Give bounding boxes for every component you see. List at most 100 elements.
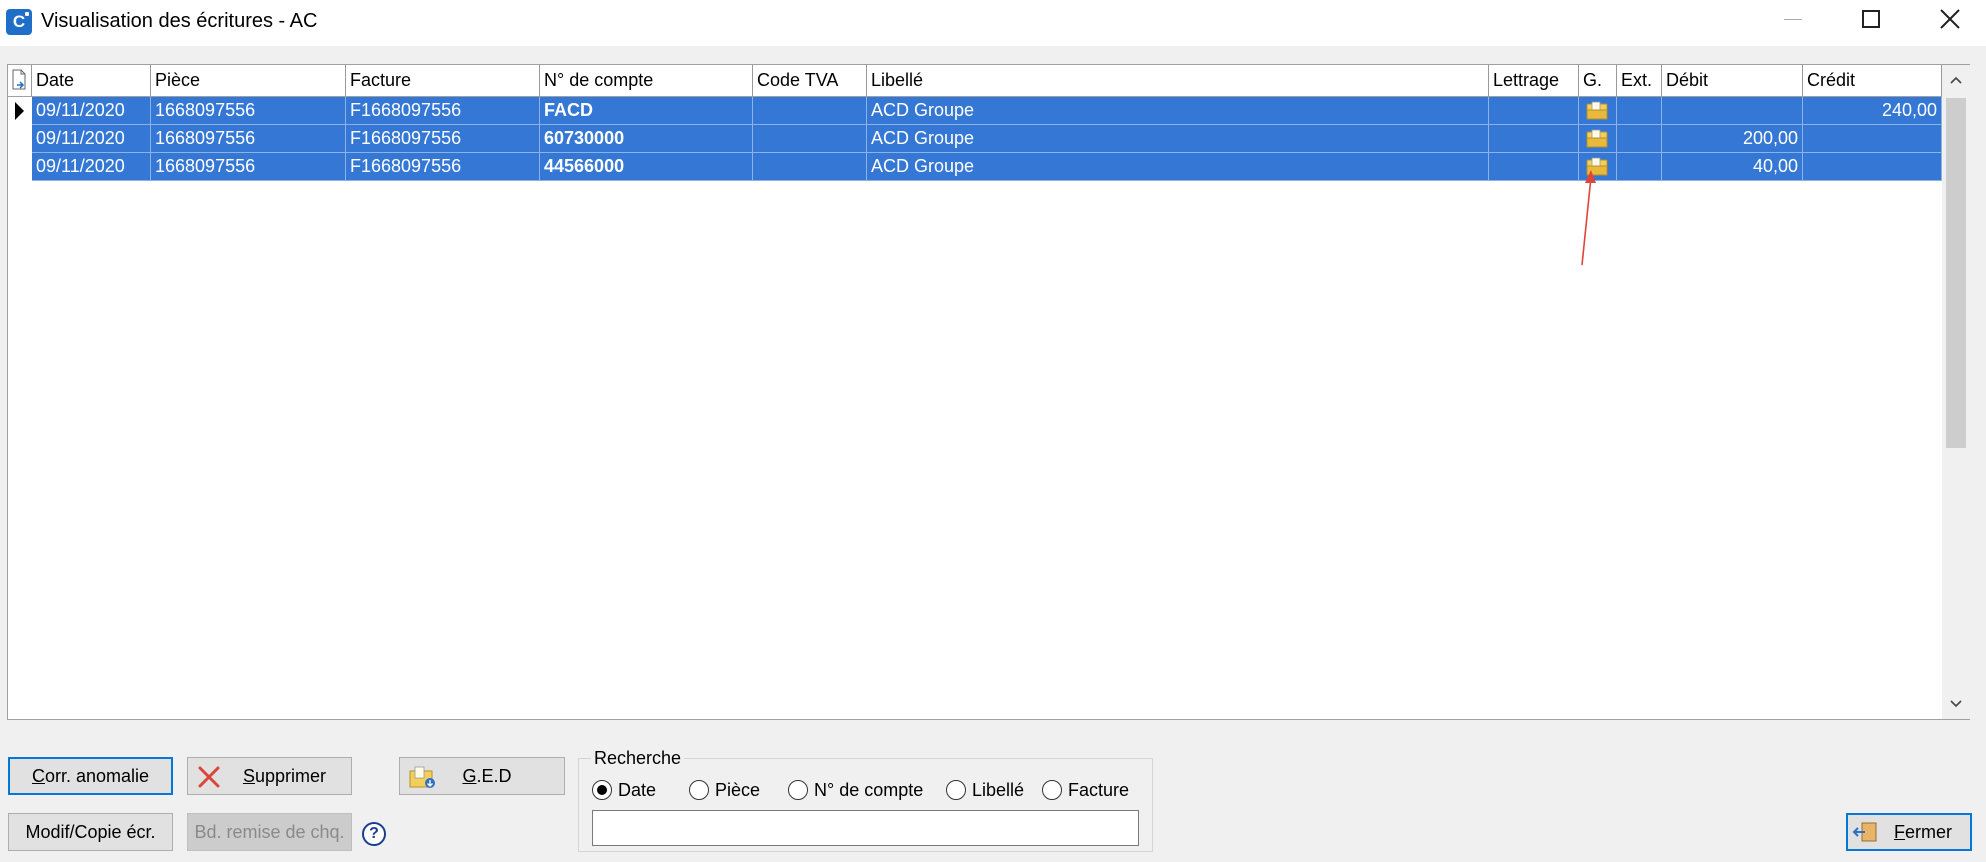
delete-x-icon [198, 766, 220, 788]
column-header-compte[interactable]: N° de compte [540, 65, 753, 96]
cell-debit[interactable]: 40,00 [1662, 153, 1803, 181]
column-header-piece[interactable]: Pièce [151, 65, 346, 96]
radio-libelle-label: Libellé [972, 780, 1025, 800]
maximize-icon [1862, 10, 1880, 28]
window-title: Visualisation des écritures - AC [41, 10, 318, 32]
help-icon[interactable]: ? [362, 822, 386, 846]
cell-debit[interactable]: 200,00 [1662, 125, 1803, 153]
corr-anomalie-button[interactable]: Corr. anomalie [8, 757, 173, 795]
row-indicator [8, 153, 32, 181]
radio-date-label: Date [618, 780, 657, 800]
chevron-down-icon [1950, 700, 1962, 708]
column-header-ged[interactable]: G. [1579, 65, 1617, 96]
column-header-ext[interactable]: Ext. [1617, 65, 1662, 96]
cell-ged[interactable] [1579, 125, 1617, 153]
close-button[interactable] [1920, 0, 1980, 40]
row-indicator [8, 125, 32, 153]
radio-facture-dot[interactable] [1042, 780, 1062, 800]
supprimer-button[interactable]: Supprimer [187, 757, 352, 795]
column-header-code-tva[interactable]: Code TVA [753, 65, 867, 96]
annotation-arrow [1581, 170, 1596, 266]
radio-compte-dot[interactable] [788, 780, 808, 800]
ged-folder-icon [409, 766, 435, 788]
fermer-label: ermer [1904, 822, 1952, 842]
radio-piece-dot[interactable] [689, 780, 709, 800]
cell-credit[interactable] [1803, 125, 1942, 153]
column-header-debit[interactable]: Débit [1662, 65, 1803, 96]
current-row-arrow-icon [15, 102, 24, 120]
cell-facture[interactable]: F1668097556 [346, 153, 540, 181]
cell-ext[interactable] [1617, 153, 1662, 181]
radio-libelle-dot[interactable] [946, 780, 966, 800]
scrollbar-thumb[interactable] [1946, 98, 1966, 448]
scroll-up-button[interactable] [1942, 67, 1970, 95]
maximize-button[interactable] [1840, 0, 1900, 40]
ged-document-icon[interactable] [1586, 129, 1608, 148]
cell-libelle[interactable]: ACD Groupe [867, 153, 1489, 181]
ged-document-icon[interactable] [1586, 101, 1608, 120]
chevron-up-icon [1950, 76, 1962, 84]
corr-anomalie-label: orr. anomalie [44, 766, 150, 786]
cell-date[interactable]: 09/11/2020 [32, 97, 151, 125]
row-indicator [8, 97, 32, 125]
cell-facture[interactable]: F1668097556 [346, 125, 540, 153]
column-header-facture[interactable]: Facture [346, 65, 540, 96]
bd-remise-button: Bd. remise de chq. [187, 813, 352, 851]
search-group-title: Recherche [591, 748, 685, 769]
supprimer-accel: S [242, 766, 255, 786]
cell-lettrage[interactable] [1489, 125, 1579, 153]
cell-date[interactable]: 09/11/2020 [32, 153, 151, 181]
grid-header: Date Pièce Facture N° de compte Code TVA… [8, 65, 1942, 97]
cell-piece[interactable]: 1668097556 [151, 125, 346, 153]
cell-libelle[interactable]: ACD Groupe [867, 125, 1489, 153]
minimize-button[interactable] [1762, 0, 1822, 40]
cell-compte[interactable]: 44566000 [540, 153, 753, 181]
cell-facture[interactable]: F1668097556 [346, 97, 540, 125]
cell-piece[interactable]: 1668097556 [151, 153, 346, 181]
table-row[interactable]: 09/11/2020 1668097556 F1668097556 445660… [8, 153, 1942, 181]
search-input[interactable] [592, 810, 1139, 846]
grid-corner[interactable] [8, 65, 32, 96]
entries-grid[interactable]: Date Pièce Facture N° de compte Code TVA… [7, 64, 1970, 720]
table-row[interactable]: 09/11/2020 1668097556 F1668097556 FACD A… [8, 97, 1942, 125]
cell-ged[interactable] [1579, 97, 1617, 125]
cell-lettrage[interactable] [1489, 153, 1579, 181]
radio-facture-label: Facture [1068, 780, 1130, 800]
fermer-accel: F [1893, 822, 1905, 842]
cell-debit[interactable] [1662, 97, 1803, 125]
cell-piece[interactable]: 1668097556 [151, 97, 346, 125]
cell-code-tva[interactable] [753, 125, 867, 153]
close-icon [1940, 9, 1960, 29]
cell-ext[interactable] [1617, 97, 1662, 125]
fermer-button[interactable]: Fermer [1846, 813, 1972, 851]
ged-button[interactable]: G.E.D [399, 757, 565, 795]
cell-credit[interactable] [1803, 153, 1942, 181]
cell-compte[interactable]: FACD [540, 97, 753, 125]
column-header-libelle[interactable]: Libellé [867, 65, 1489, 96]
table-row[interactable]: 09/11/2020 1668097556 F1668097556 607300… [8, 125, 1942, 153]
exit-door-icon [1852, 822, 1877, 842]
cell-lettrage[interactable] [1489, 97, 1579, 125]
column-header-lettrage[interactable]: Lettrage [1489, 65, 1579, 96]
column-header-date[interactable]: Date [32, 65, 151, 96]
cell-date[interactable]: 09/11/2020 [32, 125, 151, 153]
radio-date-dot[interactable] [592, 780, 612, 800]
cell-code-tva[interactable] [753, 153, 867, 181]
document-icon [12, 69, 26, 90]
ged-label: .E.D [476, 766, 512, 786]
cell-credit[interactable]: 240,00 [1803, 97, 1942, 125]
cell-code-tva[interactable] [753, 97, 867, 125]
ged-accel: G [462, 766, 477, 786]
supprimer-label: upprimer [254, 766, 327, 786]
scroll-down-button[interactable] [1942, 691, 1970, 719]
corr-anomalie-accel: C [31, 766, 45, 786]
radio-piece-label: Pièce [715, 780, 761, 800]
title-bar: C Visualisation des écritures - AC [0, 0, 1986, 46]
cell-compte[interactable]: 60730000 [540, 125, 753, 153]
vertical-scrollbar[interactable] [1942, 65, 1970, 719]
cell-ext[interactable] [1617, 125, 1662, 153]
cell-libelle[interactable]: ACD Groupe [867, 97, 1489, 125]
column-header-credit[interactable]: Crédit [1803, 65, 1942, 96]
radio-compte-label: N° de compte [814, 780, 924, 800]
modif-copie-button[interactable]: Modif/Copie écr. [8, 813, 173, 851]
